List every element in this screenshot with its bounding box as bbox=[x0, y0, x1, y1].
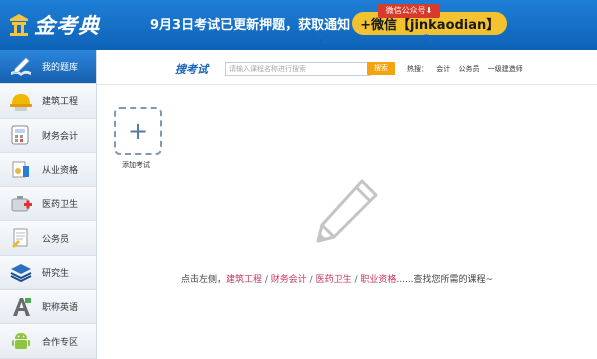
hint-link-medical[interactable]: 医药卫生 bbox=[316, 275, 352, 285]
sidebar-item-medical[interactable]: 医药卫生 bbox=[0, 187, 96, 222]
sidebar-item-label: 合作专区 bbox=[42, 337, 79, 348]
app-logo: 金考典 bbox=[8, 6, 100, 44]
logo-mark-icon bbox=[8, 12, 30, 38]
hint-separator: / bbox=[306, 275, 316, 285]
search-input[interactable]: 请输入课程名称进行搜索 bbox=[225, 62, 371, 76]
sidebar-item-label: 公务员 bbox=[42, 234, 70, 245]
main-content: 搜考试 请输入课程名称进行搜索 搜索 热搜： 会计 公务员 一级建造师 + 添加… bbox=[97, 50, 597, 359]
hot-search-link[interactable]: 一级建造师 bbox=[488, 65, 523, 73]
hot-label: 热搜： bbox=[407, 65, 428, 73]
letter-a-icon bbox=[8, 295, 34, 319]
hint-prefix: 点击左侧， bbox=[181, 275, 227, 285]
sidebar-item-graduate[interactable]: 研究生 bbox=[0, 255, 96, 291]
hint-link-qualification[interactable]: 职业资格 bbox=[360, 275, 396, 285]
banner-text: 9月3日考试已更新押题，获取通知 bbox=[150, 18, 351, 33]
category-sidebar: 我的题库 建筑工程 财务会计 从业资格 医药卫生 公务员 研究生 职称英语 合作… bbox=[0, 50, 97, 359]
sidebar-item-qualification[interactable]: 从业资格 bbox=[0, 152, 96, 188]
hot-search-link[interactable]: 公务员 bbox=[458, 65, 479, 73]
sidebar-item-accounting[interactable]: 财务会计 bbox=[0, 118, 96, 153]
logo-text: 金考典 bbox=[34, 13, 100, 38]
paw-icon: 🐾 bbox=[316, 34, 329, 45]
pen-book-icon bbox=[8, 55, 34, 79]
empty-state-hint: 点击左侧，建筑工程 / 财务会计 / 医药卫生 / 职业资格......查找您所… bbox=[181, 272, 493, 285]
app-header: 金考典 9月3日考试已更新押题，获取通知 +微信【jinkaodian】 微信公… bbox=[0, 0, 597, 50]
medical-kit-icon bbox=[8, 192, 34, 216]
sidebar-item-label: 职称英语 bbox=[42, 303, 79, 314]
pencil-icon bbox=[310, 175, 382, 251]
wechat-badge[interactable]: 微信公众号⬇ bbox=[378, 4, 440, 18]
search-bar: 搜考试 请输入课程名称进行搜索 搜索 热搜： 会计 公务员 一级建造师 bbox=[97, 50, 597, 85]
document-icon bbox=[8, 226, 34, 250]
sidebar-item-civil-servant[interactable]: 公务员 bbox=[0, 221, 96, 256]
paw-icon: 🐾 bbox=[422, 34, 435, 45]
add-exam-label: 添加考试 bbox=[122, 161, 150, 169]
hint-suffix: ......查找您所需的课程~ bbox=[396, 275, 494, 285]
sidebar-item-label: 财务会计 bbox=[42, 131, 79, 142]
hard-hat-icon bbox=[8, 89, 34, 113]
calculator-icon bbox=[8, 123, 34, 147]
layers-icon bbox=[8, 260, 34, 284]
plus-icon: + bbox=[127, 117, 149, 145]
sidebar-item-my-bank[interactable]: 我的题库 bbox=[0, 50, 96, 85]
sidebar-item-english[interactable]: 职称英语 bbox=[0, 290, 96, 325]
search-button[interactable]: 搜索 bbox=[367, 62, 395, 75]
hint-link-construction[interactable]: 建筑工程 bbox=[226, 275, 262, 285]
sidebar-item-label: 从业资格 bbox=[42, 166, 79, 177]
sidebar-item-partner[interactable]: 合作专区 bbox=[0, 324, 96, 359]
sidebar-item-construction[interactable]: 建筑工程 bbox=[0, 84, 96, 119]
hot-searches: 热搜： 会计 公务员 一级建造师 bbox=[407, 64, 523, 74]
android-icon bbox=[8, 329, 34, 353]
sidebar-item-label: 我的题库 bbox=[42, 63, 79, 74]
sidebar-item-label: 研究生 bbox=[42, 268, 70, 279]
search-title: 搜考试 bbox=[175, 63, 208, 76]
sidebar-item-label: 医药卫生 bbox=[42, 200, 79, 211]
hot-search-link[interactable]: 会计 bbox=[436, 65, 450, 73]
sidebar-item-label: 建筑工程 bbox=[42, 97, 79, 108]
add-exam-button[interactable]: + bbox=[114, 107, 162, 155]
hint-separator: / bbox=[262, 275, 271, 285]
promo-banner[interactable]: 9月3日考试已更新押题，获取通知 +微信【jinkaodian】 bbox=[150, 12, 508, 35]
certificate-icon bbox=[8, 158, 34, 182]
hint-link-accounting[interactable]: 财务会计 bbox=[271, 275, 307, 285]
